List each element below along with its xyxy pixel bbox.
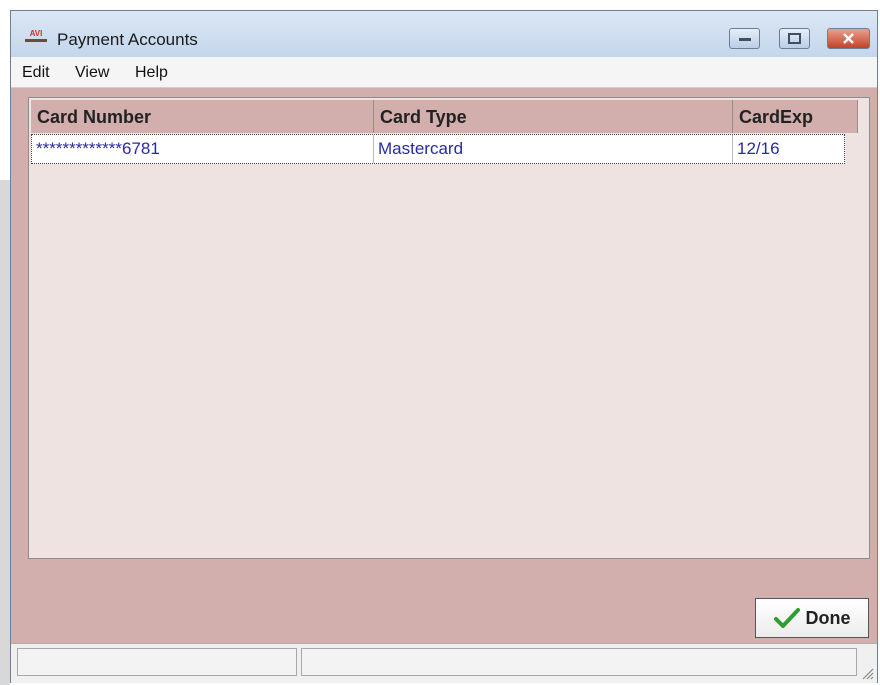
minimize-icon [738, 37, 751, 41]
maximize-icon [788, 33, 801, 44]
close-button[interactable] [827, 28, 870, 49]
cell-card-number[interactable]: *************6781 [32, 135, 374, 163]
menu-help[interactable]: Help [135, 64, 168, 82]
grid-header: Card Number Card Type CardExp [31, 100, 858, 133]
menu-edit[interactable]: Edit [22, 64, 50, 82]
minimize-button[interactable] [729, 28, 760, 49]
background-window-edge [0, 180, 10, 685]
status-panel-left [17, 648, 297, 676]
column-header-card-exp[interactable]: CardExp [733, 100, 858, 133]
status-bar [11, 643, 877, 683]
accounts-grid[interactable]: Card Number Card Type CardExp **********… [28, 97, 870, 559]
table-row[interactable]: *************6781 Mastercard 12/16 [31, 134, 845, 164]
app-icon-text: AVI [29, 29, 43, 38]
cell-card-exp[interactable]: 12/16 [733, 135, 843, 163]
cell-card-type[interactable]: Mastercard [374, 135, 733, 163]
done-button[interactable]: Done [755, 598, 869, 638]
done-button-label: Done [805, 607, 851, 628]
resize-grip-icon[interactable] [860, 666, 874, 680]
title-bar[interactable]: AVI Payment Accounts [11, 11, 877, 57]
menu-bar: Edit View Help [11, 57, 877, 88]
status-panel-right [301, 648, 857, 676]
app-icon: AVI [25, 29, 47, 43]
window-title: Payment Accounts [57, 30, 198, 49]
maximize-button[interactable] [779, 28, 810, 49]
menu-view[interactable]: View [75, 64, 109, 82]
close-icon [843, 33, 854, 44]
payment-accounts-window: AVI Payment Accounts Edit View Help Card… [10, 10, 878, 683]
checkmark-icon [773, 608, 800, 628]
column-header-card-number[interactable]: Card Number [31, 100, 374, 133]
column-header-card-type[interactable]: Card Type [374, 100, 733, 133]
